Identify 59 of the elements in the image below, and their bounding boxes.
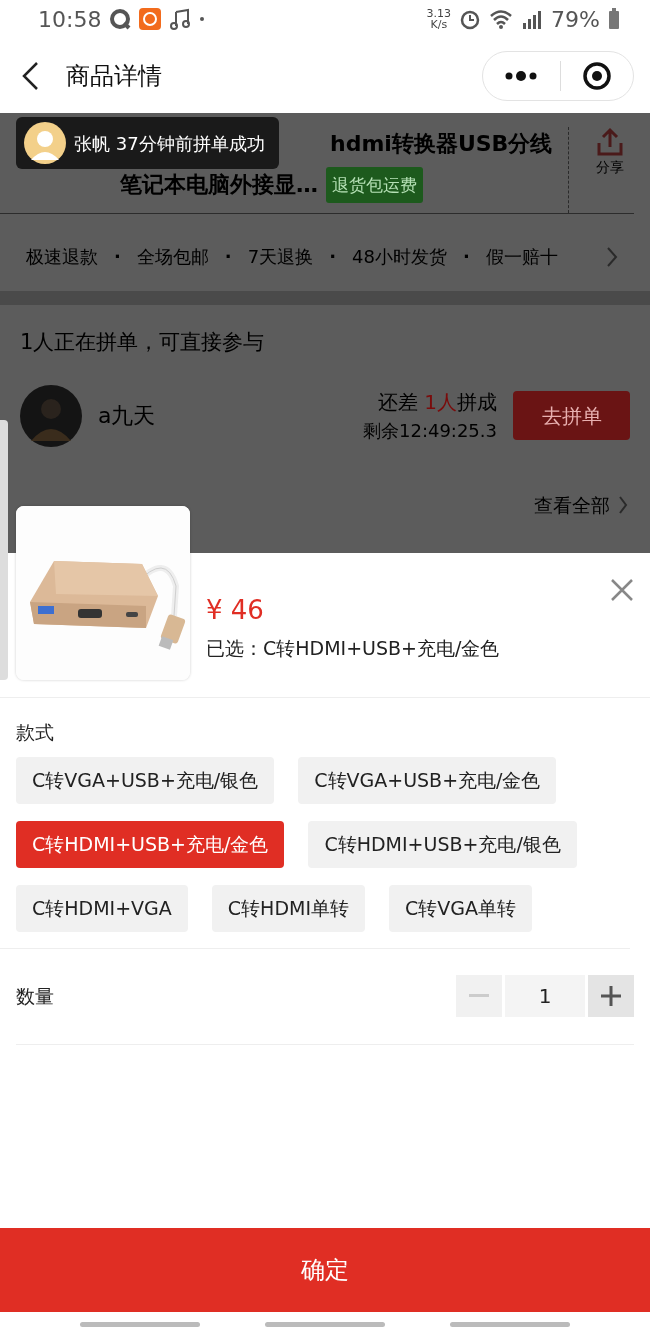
variant-option[interactable]: C转HDMI+VGA	[16, 884, 188, 932]
variant-option[interactable]: C转HDMI+USB+充电/银色	[308, 820, 577, 868]
variant-option[interactable]: C转HDMI单转	[211, 884, 365, 932]
q-app-icon	[109, 8, 132, 30]
separator-dot: ·	[114, 245, 121, 269]
network-speed-unit: K/s	[429, 19, 449, 30]
cellular-signal-icon	[521, 9, 544, 29]
service-tag: 48小时发货	[352, 243, 447, 270]
price: ¥ 46	[206, 594, 265, 627]
side-handle[interactable]	[0, 420, 8, 680]
group-need-text: 还差 1人拼成	[376, 389, 497, 416]
app-notification-icon	[139, 8, 162, 30]
toast-text: 张帆 37分钟前拼单成功	[74, 131, 265, 156]
variant-option[interactable]: C转HDMI+USB+充电/金色	[16, 820, 285, 868]
quantity-value[interactable]: 1	[505, 975, 585, 1017]
product-title: 笔记本电脑外接显…	[120, 171, 318, 199]
close-target-icon[interactable]	[581, 60, 612, 91]
network-speed: 3.13	[426, 8, 452, 19]
increase-button[interactable]	[588, 975, 634, 1017]
minus-icon	[469, 994, 489, 998]
confirm-button[interactable]: 确定	[0, 1228, 650, 1312]
clock: 10:58	[38, 5, 102, 34]
separator-dot: ·	[224, 245, 232, 269]
battery-percent: 79%	[551, 5, 600, 34]
member-name: a九天	[98, 402, 156, 430]
chevron-right-icon	[606, 245, 618, 268]
navigation-bar-handle[interactable]	[449, 1321, 570, 1327]
selected-variant: 已选：C转HDMI+USB+充电/金色	[206, 636, 500, 661]
chevron-right-icon	[618, 494, 628, 515]
service-tag: 假一赔十	[485, 243, 558, 270]
product-title: hdmi转换器USB分线	[330, 131, 553, 156]
service-tag: 7天退换	[247, 243, 314, 270]
free-return-badge: 退货包运费	[326, 167, 423, 203]
separator-dot: ·	[462, 245, 470, 269]
dot-icon	[199, 16, 206, 22]
share-label: 分享	[595, 158, 624, 177]
variant-option[interactable]: C转VGA+USB+充电/银色	[16, 756, 275, 804]
service-tag: 极速退款	[26, 243, 98, 270]
variant-option[interactable]: C转VGA单转	[389, 884, 532, 932]
alarm-icon	[459, 8, 482, 30]
service-tag: 全场包邮	[136, 243, 209, 270]
more-icon[interactable]	[504, 70, 539, 81]
plus-icon	[601, 986, 621, 1006]
quantity-label: 数量	[16, 983, 54, 1009]
section-label: 款式	[15, 720, 55, 745]
avatar-icon	[20, 384, 82, 447]
navigation-bar-handle[interactable]	[265, 1321, 385, 1327]
battery-icon	[608, 8, 620, 30]
countdown: 剩余12:49:25.3	[363, 419, 497, 443]
close-icon[interactable]	[610, 577, 634, 602]
group-buy-heading: 1人正在拼单，可直接参与	[19, 329, 266, 356]
separator-dot: ·	[329, 245, 336, 269]
join-group-button[interactable]: 去拼单	[513, 391, 630, 440]
navigation-bar-handle[interactable]	[80, 1321, 201, 1327]
variant-option[interactable]: C转VGA+USB+充电/金色	[298, 756, 557, 804]
wifi-icon	[489, 9, 514, 29]
music-note-icon	[169, 8, 192, 30]
page-title: 商品详情	[66, 60, 162, 92]
avatar-icon	[24, 122, 66, 164]
